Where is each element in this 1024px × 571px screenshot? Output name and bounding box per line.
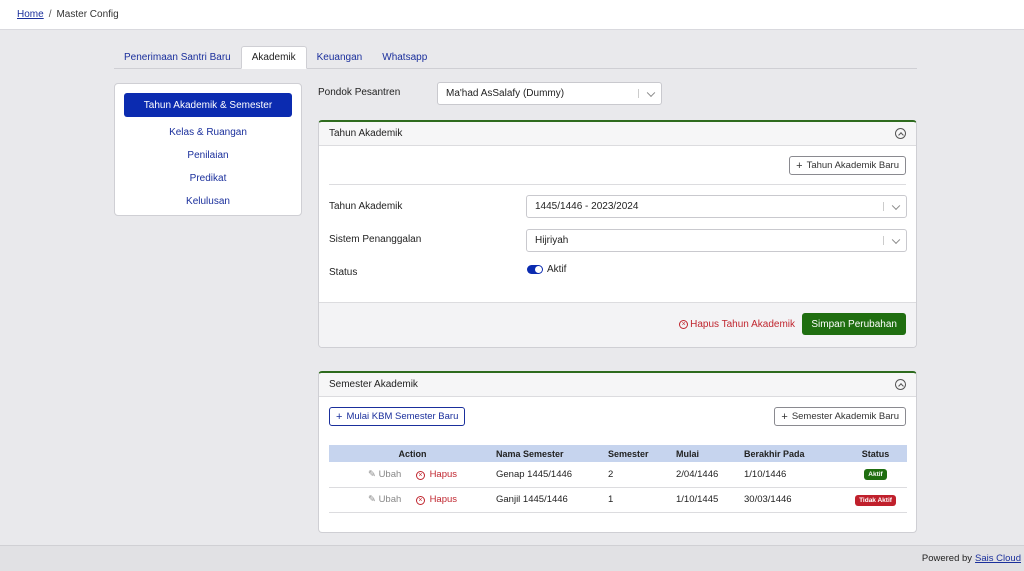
status-cell: Tidak Aktif xyxy=(844,487,907,513)
tahun-akademik-value: 1445/1446 - 2023/2024 xyxy=(535,201,639,212)
mulai-cell: 2/04/1446 xyxy=(676,462,744,488)
breadcrumb: Home / Master Config xyxy=(0,0,1024,30)
plus-icon: + xyxy=(336,410,343,423)
pondok-pesantren-value: Ma'had AsSalafy (Dummy) xyxy=(446,88,565,99)
tahun-akademik-select[interactable]: 1445/1446 - 2023/2024 xyxy=(526,195,907,218)
start-kbm-semester-button[interactable]: + Mulai KBM Semester Baru xyxy=(329,407,466,426)
select-divider xyxy=(883,202,884,211)
nama-semester-cell: Ganjil 1445/1446 xyxy=(496,487,608,513)
tahun-akademik-label: Tahun Akademik xyxy=(329,201,403,212)
tab-akademik[interactable]: Akademik xyxy=(240,46,307,69)
pencil-icon: ✎ xyxy=(367,468,376,480)
chevron-down-icon xyxy=(891,235,901,244)
chevron-down-icon xyxy=(891,201,901,210)
table-row: ✎ Ubah × Hapus Genap 1445/1446 2 2/04/14… xyxy=(329,462,907,488)
breadcrumb-home-link[interactable]: Home xyxy=(17,9,44,20)
edit-label: Ubah xyxy=(378,494,402,505)
action-cell: ✎ Ubah × Hapus xyxy=(329,462,496,488)
semester-table: Action Nama Semester Semester Mulai Bera… xyxy=(329,445,907,513)
nama-semester-cell: Genap 1445/1446 xyxy=(496,462,608,488)
add-semester-akademik-label: Semester Akademik Baru xyxy=(791,411,899,422)
sistem-penanggalan-label: Sistem Penanggalan xyxy=(329,234,422,245)
breadcrumb-separator: / xyxy=(48,9,52,20)
add-tahun-akademik-button[interactable]: + Tahun Akademik Baru xyxy=(789,156,906,175)
status-toggle-label: Aktif xyxy=(547,264,567,275)
mulai-cell: 1/10/1445 xyxy=(676,487,744,513)
tab-keuangan[interactable]: Keuangan xyxy=(307,46,373,69)
plus-icon: + xyxy=(781,410,788,423)
select-divider xyxy=(638,89,639,98)
footer-text: Powered by xyxy=(921,553,973,564)
edit-label: Ubah xyxy=(378,468,402,480)
column-header-semester: Semester xyxy=(608,445,676,462)
pondok-pesantren-label: Pondok Pesantren xyxy=(318,87,401,98)
delete-label: Hapus xyxy=(429,468,458,480)
column-header-nama-semester: Nama Semester xyxy=(496,445,608,462)
table-header-row: Action Nama Semester Semester Mulai Bera… xyxy=(329,445,907,462)
card-title: Tahun Akademik xyxy=(329,128,403,139)
column-header-status: Status xyxy=(844,445,907,462)
akademik-side-nav: Tahun Akademik & Semester Kelas & Ruanga… xyxy=(114,83,302,216)
sistem-penanggalan-select[interactable]: Hijriyah xyxy=(526,229,907,252)
config-tabs: Penerimaan Santri Baru Akademik Keuangan… xyxy=(114,46,917,69)
collapse-icon[interactable] xyxy=(895,128,906,139)
semester-akademik-card: Semester Akademik + Mulai KBM Semester B… xyxy=(318,371,917,533)
add-tahun-akademik-label: Tahun Akademik Baru xyxy=(806,160,899,171)
status-badge: Tidak Aktif xyxy=(855,494,896,506)
breadcrumb-current: Master Config xyxy=(56,9,119,20)
status-cell: Aktif xyxy=(844,462,907,488)
column-header-action: Action xyxy=(329,445,496,462)
sidebar-item-kelulusan[interactable]: Kelulusan xyxy=(124,190,292,212)
sidebar-item-predikat[interactable]: Predikat xyxy=(124,167,292,189)
column-header-berakhir-pada: Berakhir Pada xyxy=(744,445,844,462)
tahun-akademik-card-footer: × Hapus Tahun Akademik Simpan Perubahan xyxy=(319,302,916,347)
tahun-akademik-card-header: Tahun Akademik xyxy=(319,122,916,146)
semester-cell: 2 xyxy=(608,462,676,488)
edit-button[interactable]: ✎ Ubah xyxy=(368,494,401,505)
semester-akademik-card-header: Semester Akademik xyxy=(319,373,916,397)
plus-icon: + xyxy=(796,159,803,172)
close-circle-icon: × xyxy=(415,470,425,480)
divider xyxy=(329,184,906,185)
tahun-akademik-card: Tahun Akademik + Tahun Akademik Baru Tah… xyxy=(318,120,917,348)
status-badge: Aktif xyxy=(864,469,887,481)
pondok-pesantren-select[interactable]: Ma'had AsSalafy (Dummy) xyxy=(437,82,662,105)
card-title: Semester Akademik xyxy=(329,379,418,390)
collapse-icon[interactable] xyxy=(895,379,906,390)
sidebar-item-penilaian[interactable]: Penilaian xyxy=(124,144,292,166)
pencil-icon: ✎ xyxy=(367,494,376,505)
berakhir-pada-cell: 30/03/1446 xyxy=(744,487,844,513)
berakhir-pada-cell: 1/10/1446 xyxy=(744,462,844,488)
delete-tahun-akademik-link[interactable]: × Hapus Tahun Akademik xyxy=(679,319,795,330)
close-circle-icon: × xyxy=(679,320,689,329)
chevron-down-icon xyxy=(646,88,656,97)
add-semester-akademik-button[interactable]: + Semester Akademik Baru xyxy=(774,407,906,426)
start-kbm-semester-label: Mulai KBM Semester Baru xyxy=(346,411,459,422)
page-footer: Powered by Sais Cloud xyxy=(0,545,1024,571)
footer-link-sais-cloud[interactable]: Sais Cloud xyxy=(975,553,1021,564)
sidebar-item-tahun-akademik-semester[interactable]: Tahun Akademik & Semester xyxy=(124,93,292,117)
close-circle-icon: × xyxy=(415,496,425,505)
tab-whatsapp[interactable]: Whatsapp xyxy=(372,46,437,69)
delete-label: Hapus xyxy=(429,494,458,505)
sistem-penanggalan-value: Hijriyah xyxy=(535,235,569,246)
delete-button[interactable]: × Hapus xyxy=(415,468,458,480)
semester-cell: 1 xyxy=(608,487,676,513)
status-label: Status xyxy=(329,267,358,278)
action-cell: ✎ Ubah × Hapus xyxy=(329,487,496,513)
status-toggle[interactable] xyxy=(527,265,543,274)
select-divider xyxy=(883,236,884,245)
tab-penerimaan-santri-baru[interactable]: Penerimaan Santri Baru xyxy=(114,46,241,69)
delete-button[interactable]: × Hapus xyxy=(415,494,458,505)
edit-button[interactable]: ✎ Ubah xyxy=(368,469,401,480)
sidebar-item-kelas-ruangan[interactable]: Kelas & Ruangan xyxy=(124,121,292,143)
save-changes-button[interactable]: Simpan Perubahan xyxy=(802,313,906,335)
column-header-mulai: Mulai xyxy=(676,445,744,462)
delete-tahun-akademik-label: Hapus Tahun Akademik xyxy=(690,319,795,330)
table-row: ✎ Ubah × Hapus Ganjil 1445/1446 1 1/10/1… xyxy=(329,487,907,513)
